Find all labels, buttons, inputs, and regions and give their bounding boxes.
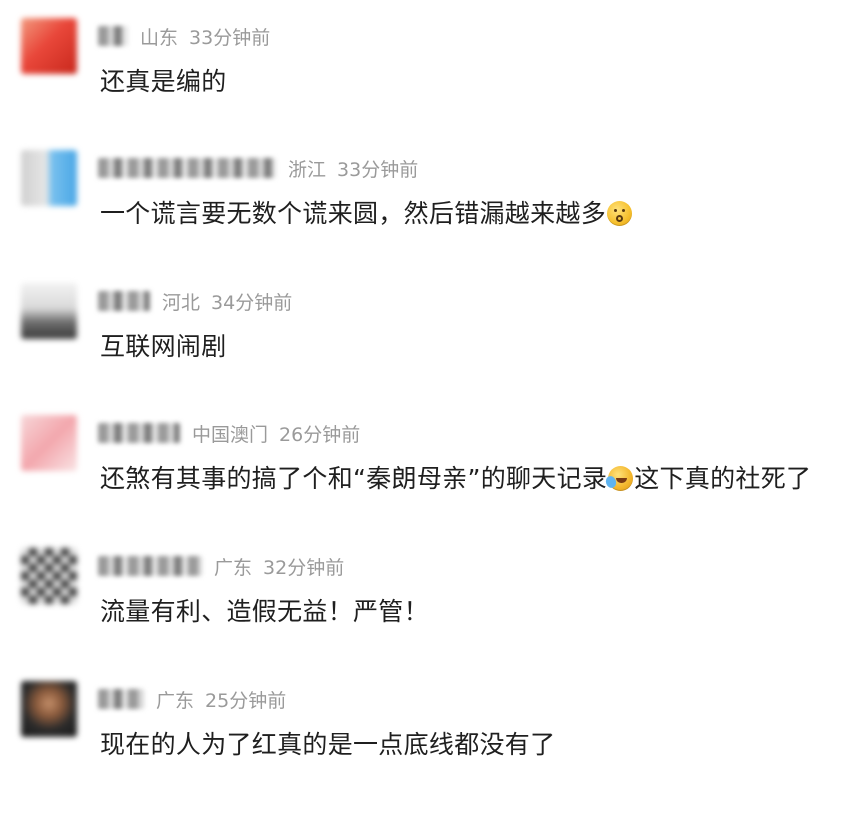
comment-meta: 中国澳门 26分钟前 [98,419,371,447]
avatar[interactable] [21,681,77,737]
comment-item: 广东 25分钟前 现在的人为了红真的是一点底线都没有了 [0,681,860,813]
comment-meta: 山东 33分钟前 [98,22,281,50]
username-blurred[interactable] [98,689,144,709]
comment-text-content-2: 这下真的社死了 [634,464,812,493]
comment-item: 河北 34分钟前 互联网闹剧 [0,283,860,415]
comment-item: 浙江 33分钟前 一个谎言要无数个谎来圆，然后错漏越来越多 [0,150,860,282]
avatar[interactable] [21,18,77,74]
comment-text: 还真是编的 [100,67,227,96]
comment-meta: 河北 34分钟前 [98,287,303,315]
comment-text: 现在的人为了红真的是一点底线都没有了 [100,730,556,759]
username-blurred[interactable] [98,556,202,576]
username-blurred[interactable] [98,26,128,46]
avatar[interactable] [21,548,77,604]
avatar[interactable] [21,283,77,339]
avatar[interactable] [21,150,77,206]
region-label: 广东 [156,689,195,712]
comment-text: 还煞有其事的搞了个和“秦朗母亲”的聊天记录 这下真的社死了 [100,459,811,495]
comment-text-content: 一个谎言要无数个谎来圆，然后错漏越来越多 [100,199,607,228]
timestamp: 25分钟前 [205,689,287,712]
timestamp: 26分钟前 [279,423,361,446]
timestamp: 32分钟前 [263,556,345,579]
comment-item: 山东 33分钟前 还真是编的 [0,18,860,150]
comment-meta: 广东 25分钟前 [98,685,297,713]
crying-face-emoji [608,466,634,491]
comment-meta: 广东 32分钟前 [98,552,355,580]
timestamp: 33分钟前 [189,26,271,49]
comment-text-content: 还煞有其事的搞了个和“秦朗母亲”的聊天记录 [100,464,608,493]
comment-meta: 浙江 33分钟前 [98,154,429,182]
whistle-face-emoji [607,201,633,226]
region-label: 浙江 [288,158,327,181]
comment-item: 中国澳门 26分钟前 还煞有其事的搞了个和“秦朗母亲”的聊天记录 这下真的社死了 [0,415,860,547]
avatar[interactable] [21,415,77,471]
username-blurred[interactable] [98,291,150,311]
region-label: 山东 [140,26,179,49]
region-label: 中国澳门 [192,423,269,446]
username-blurred[interactable] [98,158,276,178]
comment-item: 广东 32分钟前 流量有利、造假无益！严管！ [0,548,860,680]
timestamp: 33分钟前 [337,158,419,181]
comment-text: 一个谎言要无数个谎来圆，然后错漏越来越多 [100,194,633,230]
username-blurred[interactable] [98,423,180,443]
comment-text: 互联网闹剧 [100,332,227,361]
region-label: 河北 [162,291,201,314]
region-label: 广东 [214,556,253,579]
timestamp: 34分钟前 [211,291,293,314]
comment-text: 流量有利、造假无益！严管！ [100,597,429,626]
